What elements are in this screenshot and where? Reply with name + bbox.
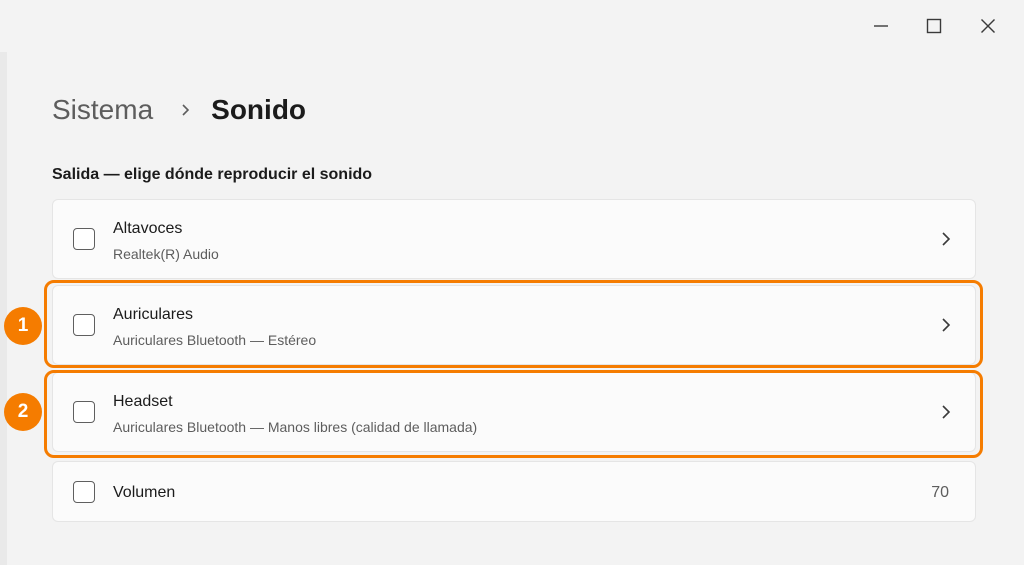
volume-card[interactable]: Volumen 70: [52, 461, 976, 522]
annotation-badge-2: 2: [4, 393, 42, 431]
device-card-headset[interactable]: Headset Auriculares Bluetooth — Manos li…: [52, 372, 976, 452]
chevron-right-icon: [942, 232, 951, 246]
maximize-icon: [926, 18, 942, 34]
volume-label: Volumen: [113, 484, 176, 501]
device-checkbox[interactable]: [73, 228, 95, 250]
minimize-button[interactable]: [859, 8, 903, 44]
breadcrumb-parent-link[interactable]: Sistema: [52, 94, 153, 126]
device-card-altavoces[interactable]: Altavoces Realtek(R) Audio: [52, 199, 976, 279]
page-title: Sonido: [211, 94, 307, 125]
chevron-right-icon: [181, 103, 191, 117]
annotation-badge-1: 1: [4, 307, 42, 345]
device-title: Auriculares: [113, 306, 194, 323]
device-checkbox[interactable]: [73, 314, 95, 336]
device-card-auriculares[interactable]: Auriculares Auriculares Bluetooth — Esté…: [52, 285, 976, 365]
chevron-right-icon: [942, 405, 951, 419]
device-subtitle: Realtek(R) Audio: [113, 246, 219, 262]
volume-value: 70: [931, 484, 949, 501]
title-bar: [0, 0, 1024, 52]
navigation-pane-edge: [0, 52, 7, 565]
breadcrumb: Sistema Sonido: [52, 88, 306, 132]
device-subtitle: Auriculares Bluetooth — Estéreo: [113, 332, 317, 348]
close-button[interactable]: [966, 8, 1010, 44]
maximize-button[interactable]: [912, 8, 956, 44]
device-subtitle: Auriculares Bluetooth — Manos libres (ca…: [113, 419, 478, 435]
chevron-right-icon: [942, 318, 951, 332]
device-title: Headset: [113, 393, 173, 410]
section-title: Salida — elige dónde reproducir el sonid…: [52, 166, 373, 183]
settings-window: Sistema Sonido Salida — elige dónde repr…: [0, 0, 1024, 565]
minimize-icon: [874, 25, 888, 27]
device-checkbox[interactable]: [73, 401, 95, 423]
volume-checkbox[interactable]: [73, 481, 95, 503]
close-icon: [981, 19, 995, 33]
device-title: Altavoces: [113, 220, 183, 237]
